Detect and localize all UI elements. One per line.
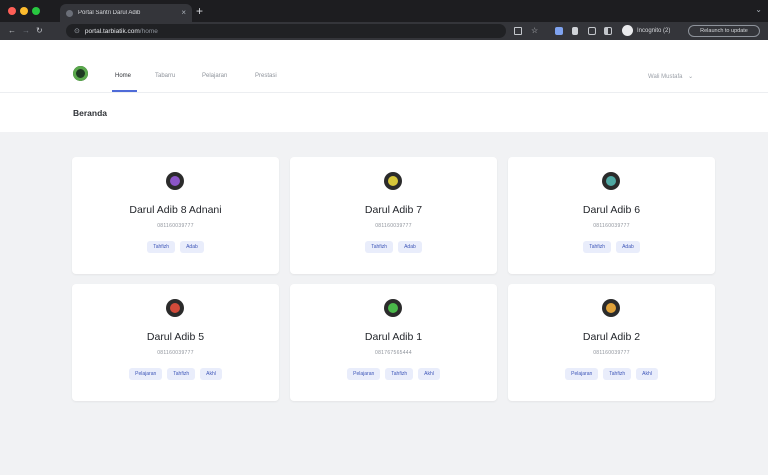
translate-icon[interactable] xyxy=(514,27,522,35)
window-close-button[interactable] xyxy=(8,7,16,15)
web-page: Home Tabarru Pelajaran Prestasi Wali Mus… xyxy=(0,40,768,475)
student-name: Darul Adib 2 xyxy=(582,331,641,343)
avatar-accent xyxy=(170,176,180,186)
student-phone: 081160039777 xyxy=(157,350,194,356)
student-avatar xyxy=(602,172,620,190)
student-name: Darul Adib 8 Adnani xyxy=(129,204,222,216)
app-logo[interactable] xyxy=(73,66,88,81)
browser-toolbar: ← → ↻ ⊙ portal.tarbiatik.com /home ☆ Inc… xyxy=(0,22,768,40)
nav-link-tabarru[interactable]: Tabarru xyxy=(155,73,175,79)
tag-badge[interactable]: Tahfizh xyxy=(365,241,394,253)
tab-search-icon[interactable]: ⌄ xyxy=(755,5,762,14)
tag-badge[interactable]: Adab xyxy=(398,241,422,253)
tag-list: Tahfizh Adab xyxy=(508,241,715,253)
tag-badge[interactable]: Tahfizh xyxy=(583,241,612,253)
avatar-accent xyxy=(388,303,398,313)
favicon-icon xyxy=(66,9,73,17)
student-card[interactable]: Darul Adib 1 081767565444 Pelajaran Tahf… xyxy=(290,284,497,401)
nav-link-home[interactable]: Home xyxy=(115,73,131,79)
student-phone: 081767565444 xyxy=(375,350,412,356)
student-card[interactable]: Darul Adib 5 081160039777 Pelajaran Tahf… xyxy=(72,284,279,401)
student-name: Darul Adib 1 xyxy=(364,331,423,343)
app-navbar: Home Tabarru Pelajaran Prestasi Wali Mus… xyxy=(0,40,768,92)
nav-link-pelajaran[interactable]: Pelajaran xyxy=(202,73,227,79)
tag-badge[interactable]: Tahfizh xyxy=(385,368,414,380)
relaunch-update-button[interactable]: Relaunch to update xyxy=(688,25,760,37)
tag-badge[interactable]: Tahfizh xyxy=(603,368,632,380)
tab-title: Portal Santri Darul Adib xyxy=(78,10,141,16)
window-maximize-button[interactable] xyxy=(32,7,40,15)
student-name: Darul Adib 7 xyxy=(364,204,423,216)
student-phone: 081160039777 xyxy=(593,350,630,356)
tag-badge[interactable]: Akhl xyxy=(200,368,222,380)
tag-badge[interactable]: Pelajaran xyxy=(565,368,599,380)
avatar-accent xyxy=(606,303,616,313)
tag-badge[interactable]: Adab xyxy=(616,241,640,253)
forward-icon[interactable]: → xyxy=(22,25,30,37)
tag-badge[interactable]: Pelajaran xyxy=(347,368,381,380)
tag-badge[interactable]: Tahfizh xyxy=(167,368,196,380)
page-title: Beranda xyxy=(73,108,108,118)
avatar-accent xyxy=(388,176,398,186)
screenshot-icon[interactable] xyxy=(588,27,596,35)
star-icon[interactable]: ☆ xyxy=(531,25,538,37)
student-avatar xyxy=(166,172,184,190)
page-header: Beranda xyxy=(0,92,768,132)
nav-link-prestasi[interactable]: Prestasi xyxy=(255,73,277,79)
lock-icon: ⊙ xyxy=(74,28,80,35)
reload-icon[interactable]: ↻ xyxy=(36,25,43,37)
incognito-label: Incognito (2) xyxy=(637,27,671,34)
url-path: /home xyxy=(139,27,158,35)
tag-badge[interactable]: Tahfizh xyxy=(147,241,176,253)
avatar-accent xyxy=(170,303,180,313)
window-minimize-button[interactable] xyxy=(20,7,28,15)
user-name: Wali Mustafa xyxy=(648,74,683,80)
tag-badge[interactable]: Adab xyxy=(180,241,204,253)
student-avatar xyxy=(384,299,402,317)
user-menu[interactable]: Wali Mustafa ⌄ xyxy=(648,73,693,80)
student-avatar xyxy=(602,299,620,317)
student-avatar xyxy=(384,172,402,190)
sidebar-icon[interactable] xyxy=(604,27,612,35)
browser-tab-bar: Portal Santri Darul Adib × + ⌄ xyxy=(0,0,768,22)
browser-tab[interactable]: Portal Santri Darul Adib × xyxy=(60,4,192,22)
tag-list: Pelajaran Tahfizh Akhl xyxy=(72,368,279,380)
tag-list: Tahfizh Adab xyxy=(290,241,497,253)
address-bar[interactable]: ⊙ portal.tarbiatik.com /home xyxy=(66,24,506,38)
url-host: portal.tarbiatik.com xyxy=(84,27,140,35)
extension-icon[interactable] xyxy=(555,27,563,35)
student-card[interactable]: Darul Adib 6 081160039777 Tahfizh Adab xyxy=(508,157,715,274)
profile-icon xyxy=(622,25,633,36)
student-card[interactable]: Darul Adib 8 Adnani 081160039777 Tahfizh… xyxy=(72,157,279,274)
tag-badge[interactable]: Akhl xyxy=(636,368,658,380)
tag-badge[interactable]: Pelajaran xyxy=(129,368,163,380)
student-avatar xyxy=(166,299,184,317)
new-tab-button[interactable]: + xyxy=(196,4,203,18)
tag-list: Tahfizh Adab xyxy=(72,241,279,253)
incognito-profile[interactable]: Incognito (2) xyxy=(622,25,670,36)
tab-close-icon[interactable]: × xyxy=(181,9,186,17)
student-name: Darul Adib 6 xyxy=(582,204,641,216)
student-phone: 081160039777 xyxy=(375,223,412,229)
bookmark-icon[interactable] xyxy=(572,27,578,35)
student-phone: 081160039777 xyxy=(593,223,630,229)
tag-badge[interactable]: Akhl xyxy=(418,368,440,380)
chevron-down-icon: ⌄ xyxy=(688,74,694,80)
tag-list: Pelajaran Tahfizh Akhl xyxy=(290,368,497,380)
student-name: Darul Adib 5 xyxy=(146,331,205,343)
avatar-accent xyxy=(606,176,616,186)
student-card-grid: Darul Adib 8 Adnani 081160039777 Tahfizh… xyxy=(0,132,768,475)
back-icon[interactable]: ← xyxy=(8,25,16,37)
student-card[interactable]: Darul Adib 7 081160039777 Tahfizh Adab xyxy=(290,157,497,274)
student-card[interactable]: Darul Adib 2 081160039777 Pelajaran Tahf… xyxy=(508,284,715,401)
student-phone: 081160039777 xyxy=(157,223,194,229)
tag-list: Pelajaran Tahfizh Akhl xyxy=(508,368,715,380)
